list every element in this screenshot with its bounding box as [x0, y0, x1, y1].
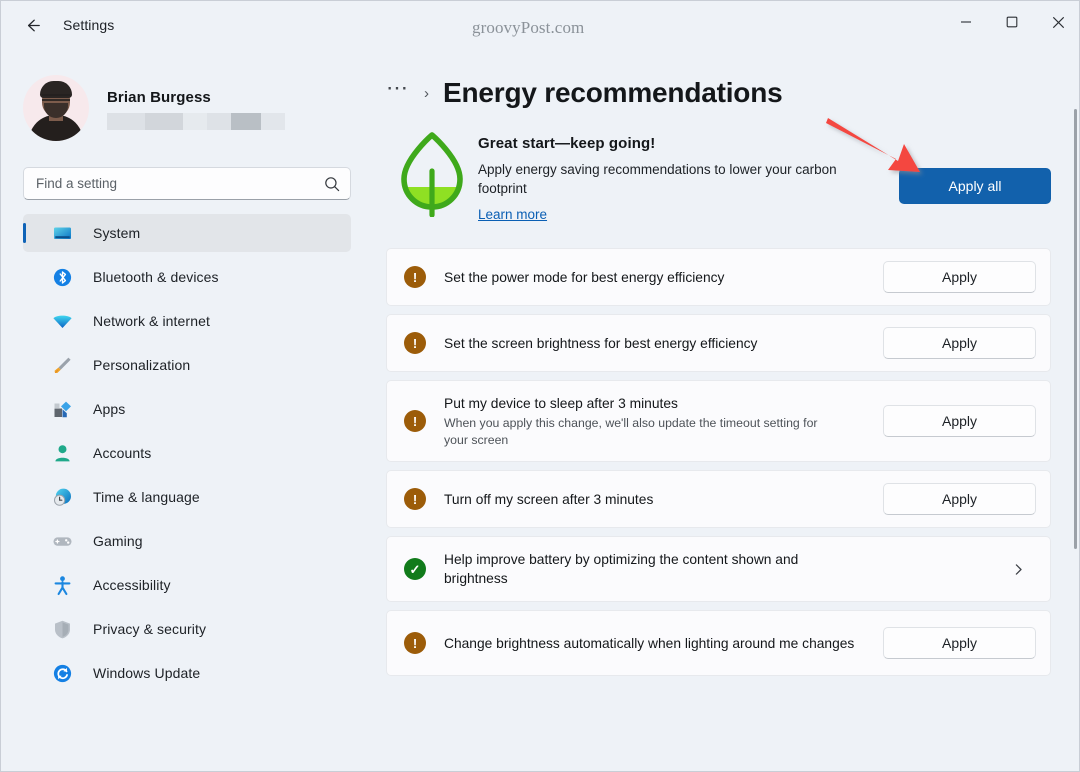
- close-icon: [1052, 16, 1065, 29]
- recommendation-title: Set the power mode for best energy effic…: [444, 269, 725, 285]
- refresh-icon: [51, 662, 73, 684]
- warning-circle-icon: !: [404, 488, 426, 510]
- chevron-right-icon[interactable]: [1000, 563, 1036, 576]
- vertical-scrollbar[interactable]: [1074, 109, 1077, 549]
- search-box[interactable]: [23, 167, 351, 200]
- bluetooth-icon: [51, 266, 73, 288]
- apply-button[interactable]: Apply: [883, 627, 1036, 659]
- page-title: Energy recommendations: [443, 77, 783, 108]
- sidebar-item-network-internet[interactable]: Network & internet: [23, 302, 351, 340]
- sidebar-item-system[interactable]: System: [23, 214, 351, 252]
- window-controls: [943, 1, 1079, 43]
- monitor-icon: [51, 222, 73, 244]
- sidebar-item-personalization[interactable]: Personalization: [23, 346, 351, 384]
- recommendation-card: ! Change brightness automatically when li…: [386, 610, 1051, 676]
- search-input[interactable]: [36, 176, 324, 191]
- apply-button[interactable]: Apply: [883, 405, 1036, 437]
- recommendation-card: ! Turn off my screen after 3 minutes Apply: [386, 470, 1051, 528]
- warning-circle-icon: !: [404, 266, 426, 288]
- recommendations-list: ! Set the power mode for best energy effi…: [367, 239, 1079, 676]
- gamepad-icon: [51, 530, 73, 552]
- sidebar-item-label: System: [93, 225, 141, 241]
- main-content: ⋯ › Energy recommendations Great start—k…: [367, 49, 1079, 771]
- hero-title: Great start—keep going!: [478, 135, 656, 152]
- sidebar-item-label: Gaming: [93, 533, 143, 549]
- energy-hero-banner: Great start—keep going! Apply energy sav…: [367, 111, 1079, 239]
- recommendation-title: Turn off my screen after 3 minutes: [444, 491, 654, 507]
- shield-icon: [51, 618, 73, 640]
- redacted-email: [107, 112, 285, 130]
- maximize-button[interactable]: [989, 1, 1035, 43]
- sidebar-item-label: Accounts: [93, 445, 152, 461]
- sidebar-item-accounts[interactable]: Accounts: [23, 434, 351, 472]
- sidebar-item-bluetooth-devices[interactable]: Bluetooth & devices: [23, 258, 351, 296]
- learn-more-link[interactable]: Learn more: [478, 207, 547, 222]
- redacted-bar: [207, 112, 231, 130]
- window-title: Settings: [63, 17, 115, 33]
- accessibility-icon: [51, 574, 73, 596]
- apply-button[interactable]: Apply: [883, 261, 1036, 293]
- sidebar-item-apps[interactable]: Apps: [23, 390, 351, 428]
- recommendation-title: Change brightness automatically when lig…: [444, 635, 855, 651]
- sidebar-item-windows-update[interactable]: Windows Update: [23, 654, 351, 692]
- paintbrush-icon: [51, 354, 73, 376]
- sidebar-item-label: Windows Update: [93, 665, 201, 681]
- back-arrow-icon: [23, 16, 42, 35]
- recommendation-card: ! Put my device to sleep after 3 minutes W…: [386, 380, 1051, 462]
- recommendation-title: Put my device to sleep after 3 minutes: [444, 395, 678, 411]
- clock-globe-icon: [51, 486, 73, 508]
- settings-window: Settings groovyPost.com Brian Burgess Fi…: [0, 0, 1080, 772]
- title-bar: Settings groovyPost.com: [1, 1, 1079, 49]
- search-icon[interactable]: [324, 176, 340, 192]
- wifi-icon: [51, 310, 73, 332]
- sidebar-item-label: Bluetooth & devices: [93, 269, 219, 285]
- recommendation-card[interactable]: ✓ Help improve battery by optimizing the …: [386, 536, 1051, 602]
- check-circle-icon: ✓: [404, 558, 426, 580]
- sidebar-item-label: Personalization: [93, 357, 191, 373]
- recommendation-title: Help improve battery by optimizing the c…: [444, 552, 799, 586]
- redacted-bar: [107, 112, 145, 130]
- sidebar-nav: System Bluetooth & devices Network & inter…: [1, 214, 367, 692]
- profile-name: Brian Burgess: [107, 88, 211, 106]
- hero-subtitle: Apply energy saving recommendations to l…: [478, 162, 837, 196]
- redacted-bar: [183, 112, 207, 130]
- redacted-bar: [145, 112, 183, 130]
- apply-button[interactable]: Apply: [883, 483, 1036, 515]
- recommendation-card: ! Set the screen brightness for best ener…: [386, 314, 1051, 372]
- recommendation-description: When you apply this change, we'll also u…: [444, 415, 818, 447]
- avatar: [23, 75, 89, 141]
- minimize-button[interactable]: [943, 1, 989, 43]
- warning-circle-icon: !: [404, 410, 426, 432]
- sidebar-item-label: Privacy & security: [93, 621, 207, 637]
- sidebar-item-accessibility[interactable]: Accessibility: [23, 566, 351, 604]
- leaf-icon: [386, 125, 478, 217]
- sidebar-item-time-language[interactable]: Time & language: [23, 478, 351, 516]
- user-profile[interactable]: Brian Burgess: [1, 57, 367, 149]
- back-button[interactable]: [15, 8, 49, 42]
- sidebar-item-label: Apps: [93, 401, 126, 417]
- recommendation-card: ! Set the power mode for best energy effi…: [386, 248, 1051, 306]
- warning-circle-icon: !: [404, 632, 426, 654]
- apply-all-button[interactable]: Apply all: [899, 168, 1051, 204]
- recommendation-title: Set the screen brightness for best energ…: [444, 335, 758, 351]
- maximize-icon: [1006, 16, 1018, 28]
- sidebar-item-label: Time & language: [93, 489, 200, 505]
- watermark: groovyPost.com: [472, 18, 585, 37]
- redacted-bar: [231, 112, 261, 130]
- breadcrumb-separator-icon: ›: [424, 84, 429, 102]
- warning-circle-icon: !: [404, 332, 426, 354]
- sidebar: Brian Burgess System Bluetooth & devices N…: [1, 49, 367, 771]
- close-button[interactable]: [1035, 1, 1079, 43]
- sidebar-item-label: Accessibility: [93, 577, 171, 593]
- minimize-icon: [960, 16, 972, 28]
- apps-icon: [51, 398, 73, 420]
- sidebar-item-privacy-security[interactable]: Privacy & security: [23, 610, 351, 648]
- sidebar-item-label: Network & internet: [93, 313, 210, 329]
- person-icon: [51, 442, 73, 464]
- breadcrumb: ⋯ › Energy recommendations: [367, 49, 1079, 111]
- breadcrumb-overflow-button[interactable]: ⋯: [386, 77, 410, 105]
- sidebar-item-gaming[interactable]: Gaming: [23, 522, 351, 560]
- apply-button[interactable]: Apply: [883, 327, 1036, 359]
- redacted-bar: [261, 112, 285, 130]
